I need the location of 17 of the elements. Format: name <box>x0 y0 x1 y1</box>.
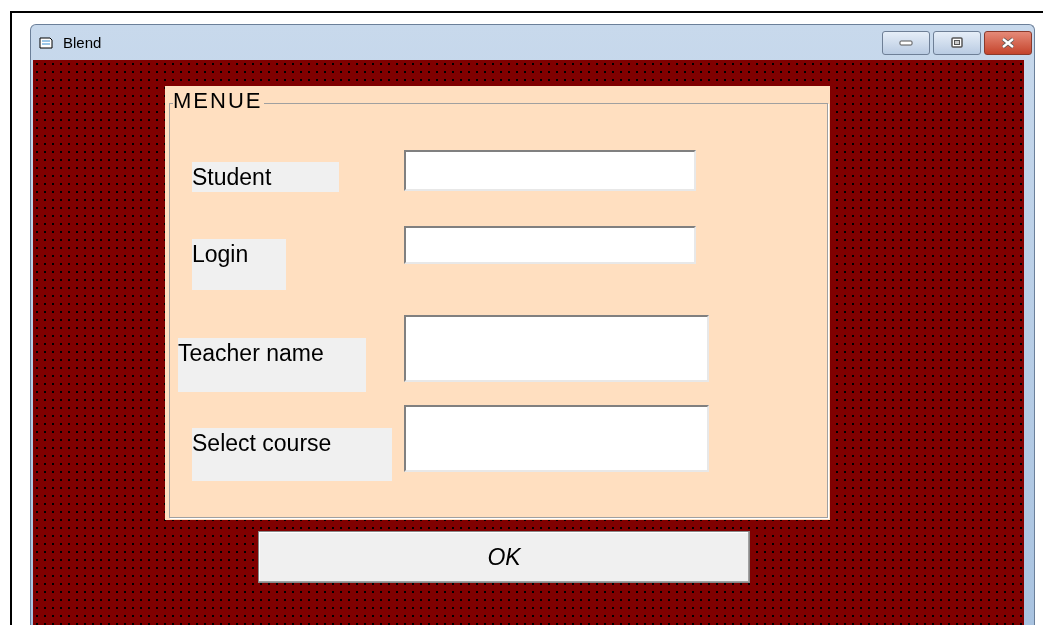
maximize-icon <box>950 36 964 49</box>
minimize-icon <box>899 39 913 46</box>
text-field[interactable] <box>404 150 696 191</box>
maximize-button[interactable] <box>933 30 981 55</box>
field-label: Select course <box>192 428 392 481</box>
window-icon <box>39 35 55 50</box>
close-icon <box>1000 36 1016 49</box>
text-field[interactable] <box>404 315 709 382</box>
field-label: Teacher name <box>178 338 366 392</box>
text-field[interactable] <box>404 405 709 472</box>
ok-button[interactable]: OK <box>258 531 750 583</box>
minimize-button[interactable] <box>882 30 930 55</box>
field-label: Student <box>192 162 339 192</box>
text-field[interactable] <box>404 226 696 264</box>
field-label: Login <box>192 239 286 290</box>
window-title: Blend <box>63 34 102 51</box>
close-button[interactable] <box>984 30 1032 55</box>
